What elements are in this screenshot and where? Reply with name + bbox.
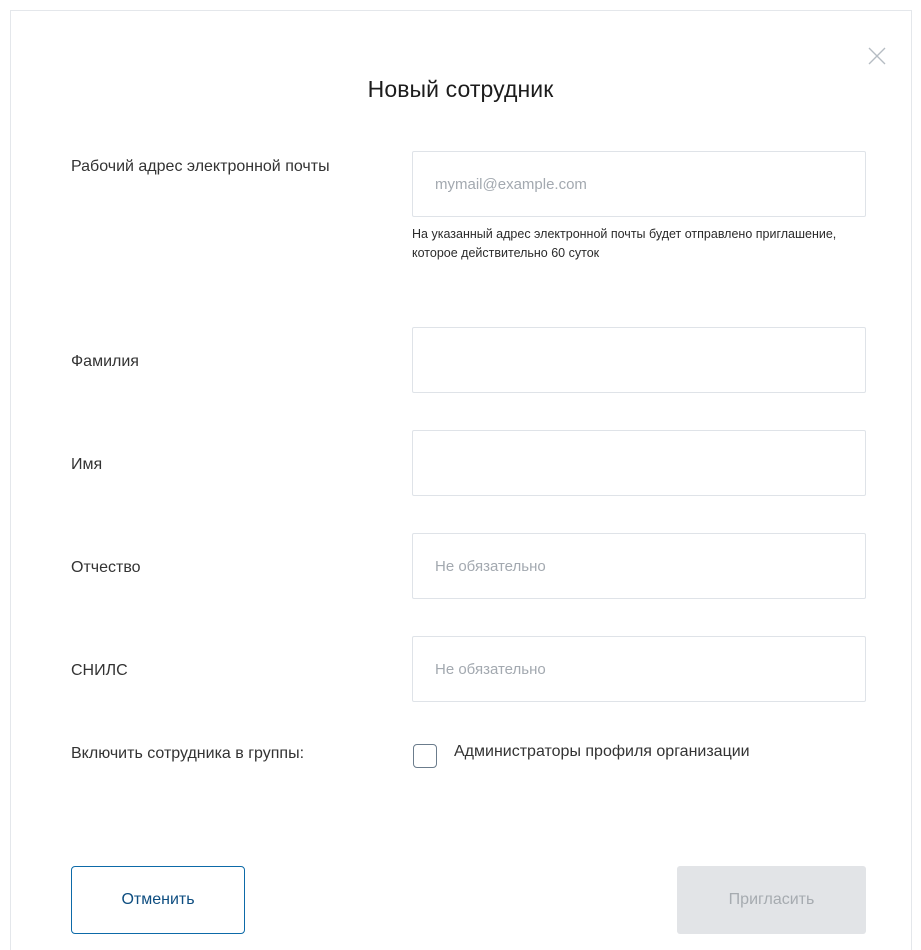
last-name-label: Фамилия bbox=[71, 353, 139, 370]
email-hint: На указанный адрес электронной почты буд… bbox=[412, 227, 837, 260]
email-field[interactable] bbox=[412, 151, 866, 217]
close-icon[interactable] bbox=[867, 46, 887, 66]
first-name-field[interactable] bbox=[412, 430, 866, 496]
last-name-field[interactable] bbox=[412, 327, 866, 393]
snils-label: СНИЛС bbox=[71, 662, 128, 679]
snils-field[interactable] bbox=[412, 636, 866, 702]
first-name-label: Имя bbox=[71, 456, 103, 473]
invite-button[interactable]: Пригласить bbox=[677, 866, 866, 934]
groups-label: Включить сотрудника в группы: bbox=[71, 745, 305, 762]
middle-name-field[interactable] bbox=[412, 533, 866, 599]
cancel-button[interactable]: Отменить bbox=[71, 866, 245, 934]
email-label: Рабочий адрес электронной почты bbox=[71, 158, 330, 175]
group-checkbox-admins[interactable] bbox=[413, 744, 437, 768]
group-option-label[interactable]: Администраторы профиля организации bbox=[454, 743, 750, 761]
middle-name-label: Отчество bbox=[71, 559, 141, 576]
dialog-title: Новый сотрудник bbox=[367, 76, 554, 102]
